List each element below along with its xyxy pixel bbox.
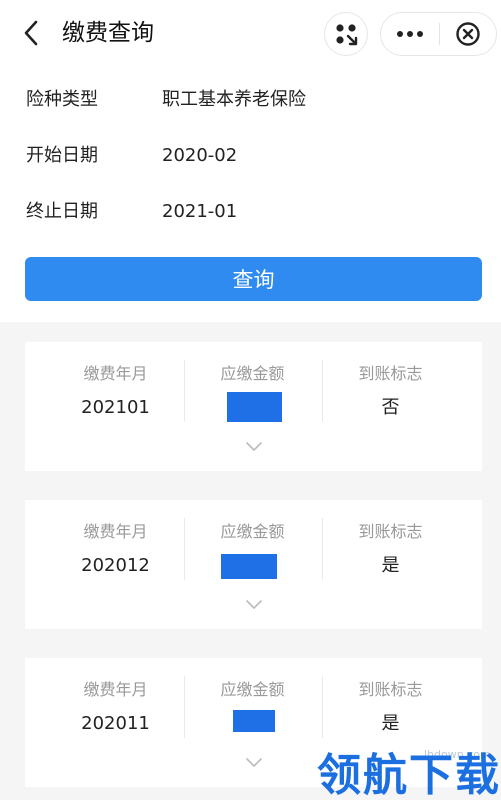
end-date-row[interactable]: 终止日期 2021-01 [0,192,501,232]
status-column: 到账标志 否 [322,342,459,471]
month-header: 缴费年月 [83,364,148,383]
status-value: 否 [381,397,400,418]
status-header: 到账标志 [358,522,423,541]
status-header: 到账标志 [358,364,423,383]
chevron-down-icon[interactable] [242,596,266,612]
status-column: 到账标志 是 [322,500,459,629]
end-date-value[interactable]: 2021-01 [162,200,237,224]
query-button[interactable]: 查询 [25,257,482,301]
insurance-type-value[interactable]: 职工基本养老保险 [162,88,306,112]
more-dots-icon [396,31,423,37]
start-date-label: 开始日期 [26,145,98,166]
close-circle-icon [456,22,480,46]
amount-header: 应缴金额 [220,364,285,383]
status-header: 到账标志 [358,680,423,699]
amount-masked-value [227,392,282,422]
start-date-row[interactable]: 开始日期 2020-02 [0,136,501,176]
amount-masked-value [233,710,275,732]
month-header: 缴费年月 [83,522,148,541]
query-form: 险种类型 职工基本养老保险 开始日期 2020-02 终止日期 2021-01 … [0,66,501,322]
amount-masked-value [221,554,277,579]
close-button[interactable] [439,12,496,56]
month-value: 202101 [81,397,150,418]
start-date-value[interactable]: 2020-02 [162,144,237,168]
more-button[interactable] [381,12,439,56]
amount-header: 应缴金额 [220,680,285,699]
scan-icon [336,24,358,46]
insurance-type-row[interactable]: 险种类型 职工基本养老保险 [0,80,501,120]
scan-button[interactable] [324,12,368,56]
watermark-logo: 领航下载 [317,750,501,800]
chevron-left-icon [24,20,38,46]
payment-record-card: 缴费年月 202012 应缴金额 到账标志 是 [25,500,482,629]
month-value: 202011 [81,713,150,734]
month-column: 缴费年月 202012 [47,500,184,629]
chevron-down-icon[interactable] [242,438,266,454]
page-title: 缴费查询 [62,20,154,46]
payment-record-card: 缴费年月 202101 应缴金额 到账标志 否 [25,342,482,471]
month-column: 缴费年月 202011 [47,658,184,787]
month-header: 缴费年月 [83,680,148,699]
mini-program-capsule [380,12,497,56]
month-value: 202012 [81,555,150,576]
status-value: 是 [381,555,400,576]
nav-bar: 缴费查询 [0,0,501,66]
chevron-down-icon[interactable] [242,754,266,770]
back-button[interactable] [14,15,48,51]
insurance-type-label: 险种类型 [26,89,98,110]
end-date-label: 终止日期 [26,201,98,222]
amount-header: 应缴金额 [220,522,285,541]
status-value: 是 [381,713,400,734]
month-column: 缴费年月 202101 [47,342,184,471]
